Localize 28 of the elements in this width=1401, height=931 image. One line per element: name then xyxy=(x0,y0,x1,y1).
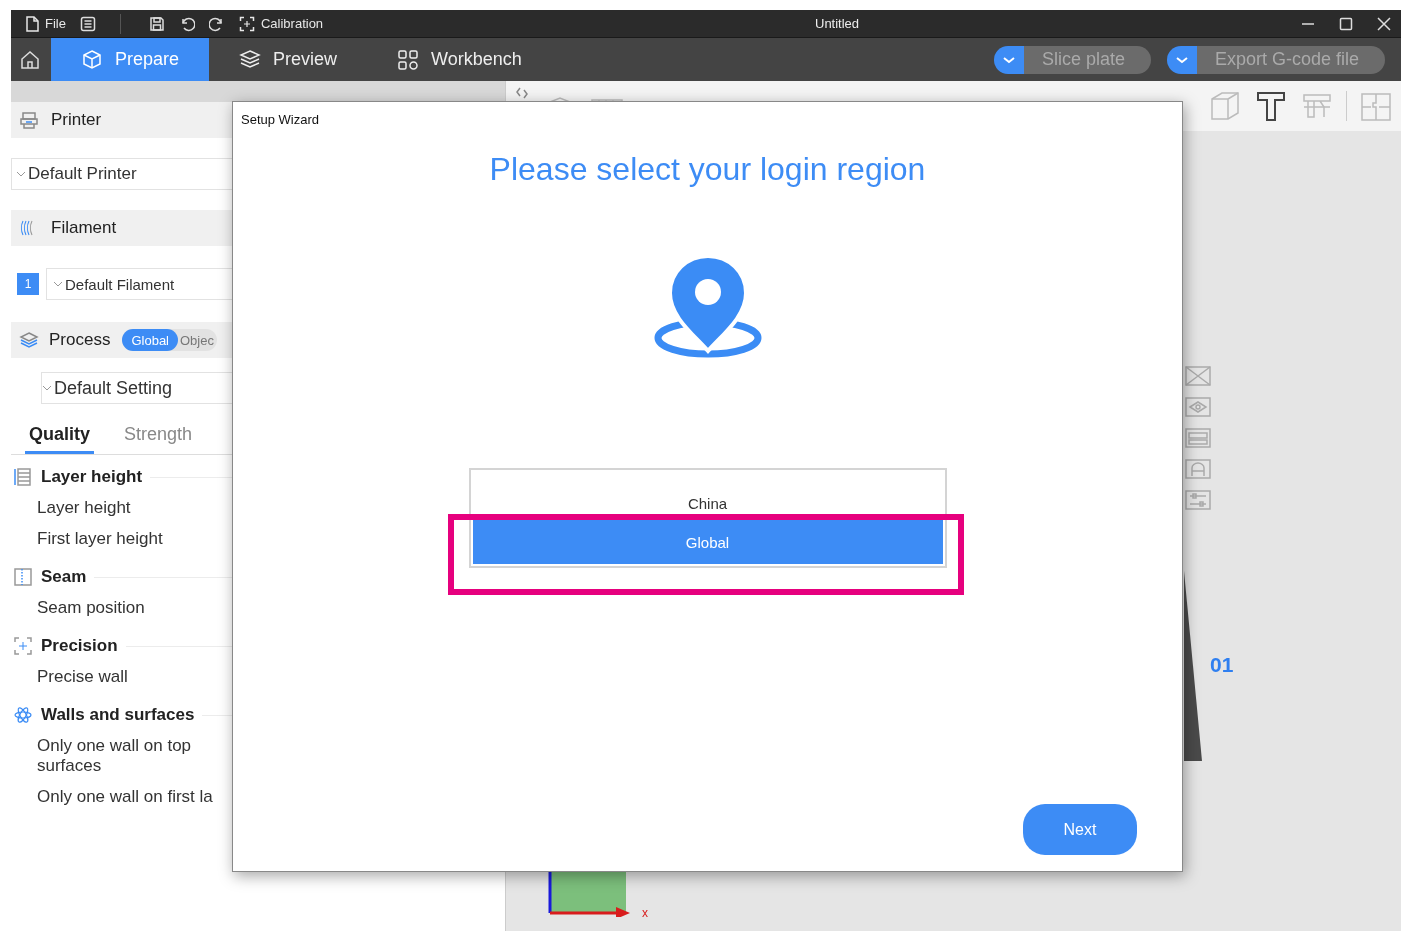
printer-header[interactable]: Printer xyxy=(11,102,232,138)
filament-header[interactable]: Filament xyxy=(11,210,232,246)
tab[interactable]: Preview xyxy=(209,38,368,81)
plate-number: 01 xyxy=(1210,653,1234,677)
settings-tab[interactable]: Quality xyxy=(25,418,94,454)
group-title: Seam xyxy=(41,567,87,587)
dialog-heading: Please select your login region xyxy=(489,151,926,188)
settings-tab[interactable]: Strength xyxy=(124,418,193,454)
setting-label: Only one wall on top surfaces xyxy=(36,735,193,777)
file-menu[interactable]: File xyxy=(25,15,66,32)
window-title: Untitled xyxy=(814,16,861,31)
printer-dropdown[interactable]: Default Printer xyxy=(11,158,232,190)
setting-label: Only one wall on first la xyxy=(36,786,214,808)
calibration-menu[interactable]: Calibration xyxy=(238,15,324,32)
axis-label: x xyxy=(642,906,648,920)
dialog-title: Setup Wizard xyxy=(241,112,320,127)
process-title: Process xyxy=(49,330,111,350)
setting-label: Layer height xyxy=(36,497,132,519)
setting-label: First layer height xyxy=(36,528,164,550)
group-title: Walls and surfaces xyxy=(41,705,195,725)
process-dropdown[interactable]: Default Setting xyxy=(41,372,232,404)
tab[interactable]: Workbench xyxy=(367,38,552,81)
scope-option[interactable]: Objec xyxy=(178,329,217,351)
setting-label: Seam position xyxy=(36,597,146,619)
group-title: Precision xyxy=(41,636,118,656)
setting-label: Precise wall xyxy=(36,666,129,688)
filament-dropdown[interactable]: Default Filament xyxy=(46,268,232,300)
group-title: Layer height xyxy=(41,467,143,487)
